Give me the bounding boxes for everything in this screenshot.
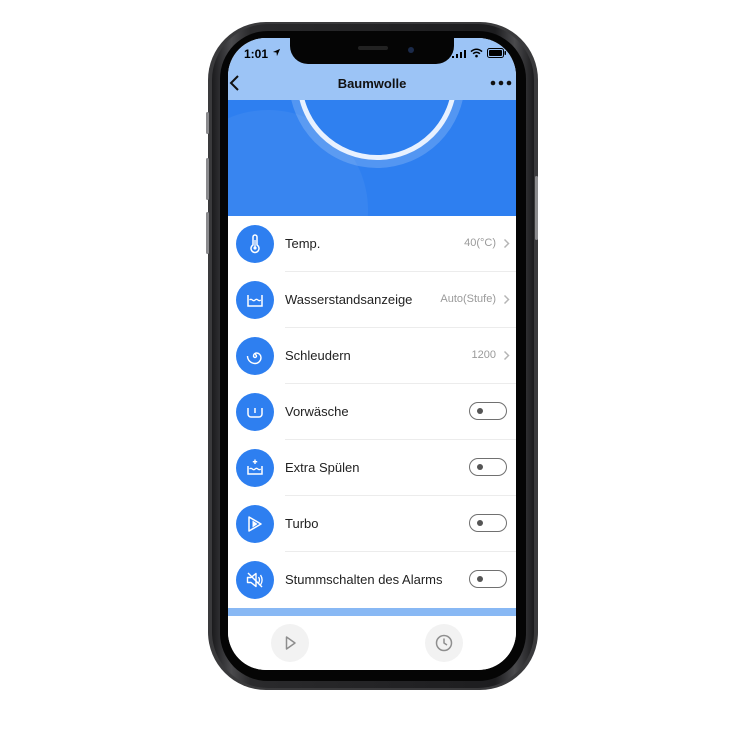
cellular-signal-icon [452, 50, 466, 58]
schedule-button[interactable] [425, 624, 463, 662]
more-options-icon[interactable] [490, 80, 512, 86]
setting-value: 40(°C) [464, 237, 496, 249]
extra-rinse-icon [236, 449, 274, 487]
setting-row-water-level[interactable]: Wasserstandsanzeige Auto(Stufe) [228, 272, 516, 328]
turbo-toggle[interactable] [469, 514, 507, 532]
app-screen: 1:01 Baumwolle Temp. 40(°C) Wasserstands… [228, 38, 516, 670]
setting-row-prewash: Vorwäsche [228, 384, 516, 440]
volume-down-button [206, 212, 209, 254]
power-button [535, 176, 538, 240]
chevron-right-icon [503, 238, 510, 249]
setting-label: Wasserstandsanzeige [285, 292, 413, 307]
setting-label: Extra Spülen [285, 460, 360, 475]
chevron-right-icon [503, 350, 510, 361]
speaker-grille [358, 46, 388, 50]
setting-row-temperature[interactable]: Temp. 40(°C) [228, 216, 516, 272]
nav-bar: Baumwolle [228, 66, 516, 100]
battery-icon [487, 48, 506, 58]
toggle-knob [477, 520, 483, 526]
page-title: Baumwolle [337, 76, 407, 91]
extra-rinse-toggle[interactable] [469, 458, 507, 476]
start-button[interactable] [271, 624, 309, 662]
prewash-toggle[interactable] [469, 402, 507, 420]
status-time: 1:01 [244, 47, 269, 61]
setting-label: Stummschalten des Alarms [285, 572, 443, 587]
volume-up-button [206, 158, 209, 200]
play-icon [285, 636, 296, 650]
clock-icon [435, 634, 453, 652]
location-arrow-icon [272, 48, 281, 57]
water-level-icon [236, 281, 274, 319]
front-camera [408, 47, 414, 53]
footer-band [228, 608, 516, 616]
setting-row-extra-rinse: Extra Spülen [228, 440, 516, 496]
setting-row-mute-alarm: Stummschalten des Alarms [228, 552, 516, 608]
mute-alarm-toggle[interactable] [469, 570, 507, 588]
setting-label: Turbo [285, 516, 319, 531]
setting-value: 1200 [471, 349, 496, 361]
setting-row-spin[interactable]: Schleudern 1200 [228, 328, 516, 384]
turbo-icon [236, 505, 274, 543]
setting-label: Schleudern [285, 348, 351, 363]
setting-row-turbo: Turbo [228, 496, 516, 552]
setting-value: Auto(Stufe) [440, 293, 496, 305]
mute-alarm-icon [236, 561, 274, 599]
notch [290, 38, 454, 64]
chevron-right-icon [503, 294, 510, 305]
thermometer-icon [236, 225, 274, 263]
bottom-action-bar [228, 616, 516, 670]
toggle-knob [477, 464, 483, 470]
silent-switch [206, 112, 209, 134]
program-header [228, 100, 516, 216]
wifi-icon [470, 48, 483, 58]
prewash-icon [236, 393, 274, 431]
toggle-knob [477, 576, 483, 582]
setting-label: Temp. [285, 236, 321, 251]
toggle-knob [477, 408, 483, 414]
setting-label: Vorwäsche [285, 404, 349, 419]
spin-icon [236, 337, 274, 375]
